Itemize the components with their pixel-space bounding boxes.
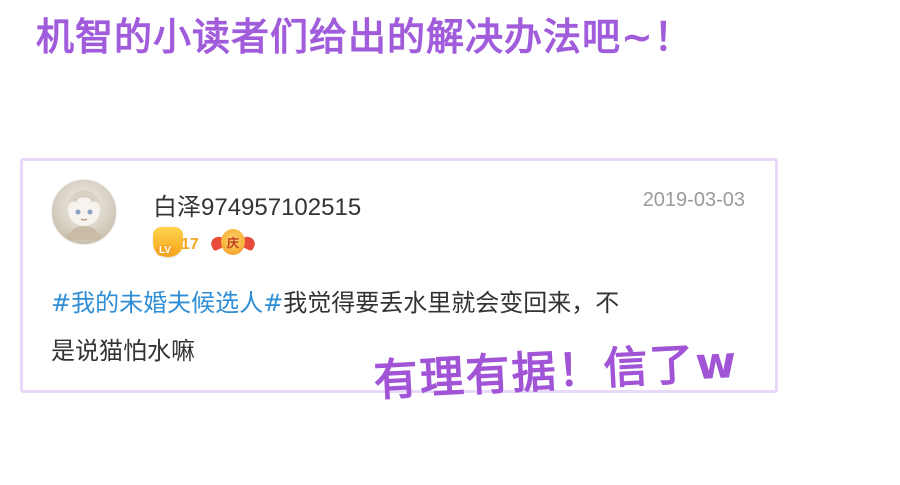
post-text-line1: 我觉得要丢水里就会变回来，不 (283, 289, 620, 317)
anime-avatar-icon (64, 190, 104, 240)
anniversary-char: 庆 (221, 229, 245, 255)
level-badge-icon: LV 17 (153, 227, 201, 257)
username[interactable]: 白泽974957102515 (153, 187, 361, 222)
hashtag-link[interactable]: #我的未婚夫候选人# (51, 289, 283, 317)
avatar[interactable] (51, 179, 117, 245)
user-badges: LV 17 庆 (153, 223, 257, 257)
post-text-line2: 是说猫怕水嘛 (51, 337, 195, 365)
level-value: 17 (181, 236, 199, 253)
post-date: 2019-03-03 (642, 189, 745, 211)
headline-text: 机智的小读者们给出的解决办法吧~！ (36, 15, 693, 59)
anniversary-badge-icon: 庆 (209, 227, 257, 257)
level-prefix: LV (156, 245, 175, 256)
